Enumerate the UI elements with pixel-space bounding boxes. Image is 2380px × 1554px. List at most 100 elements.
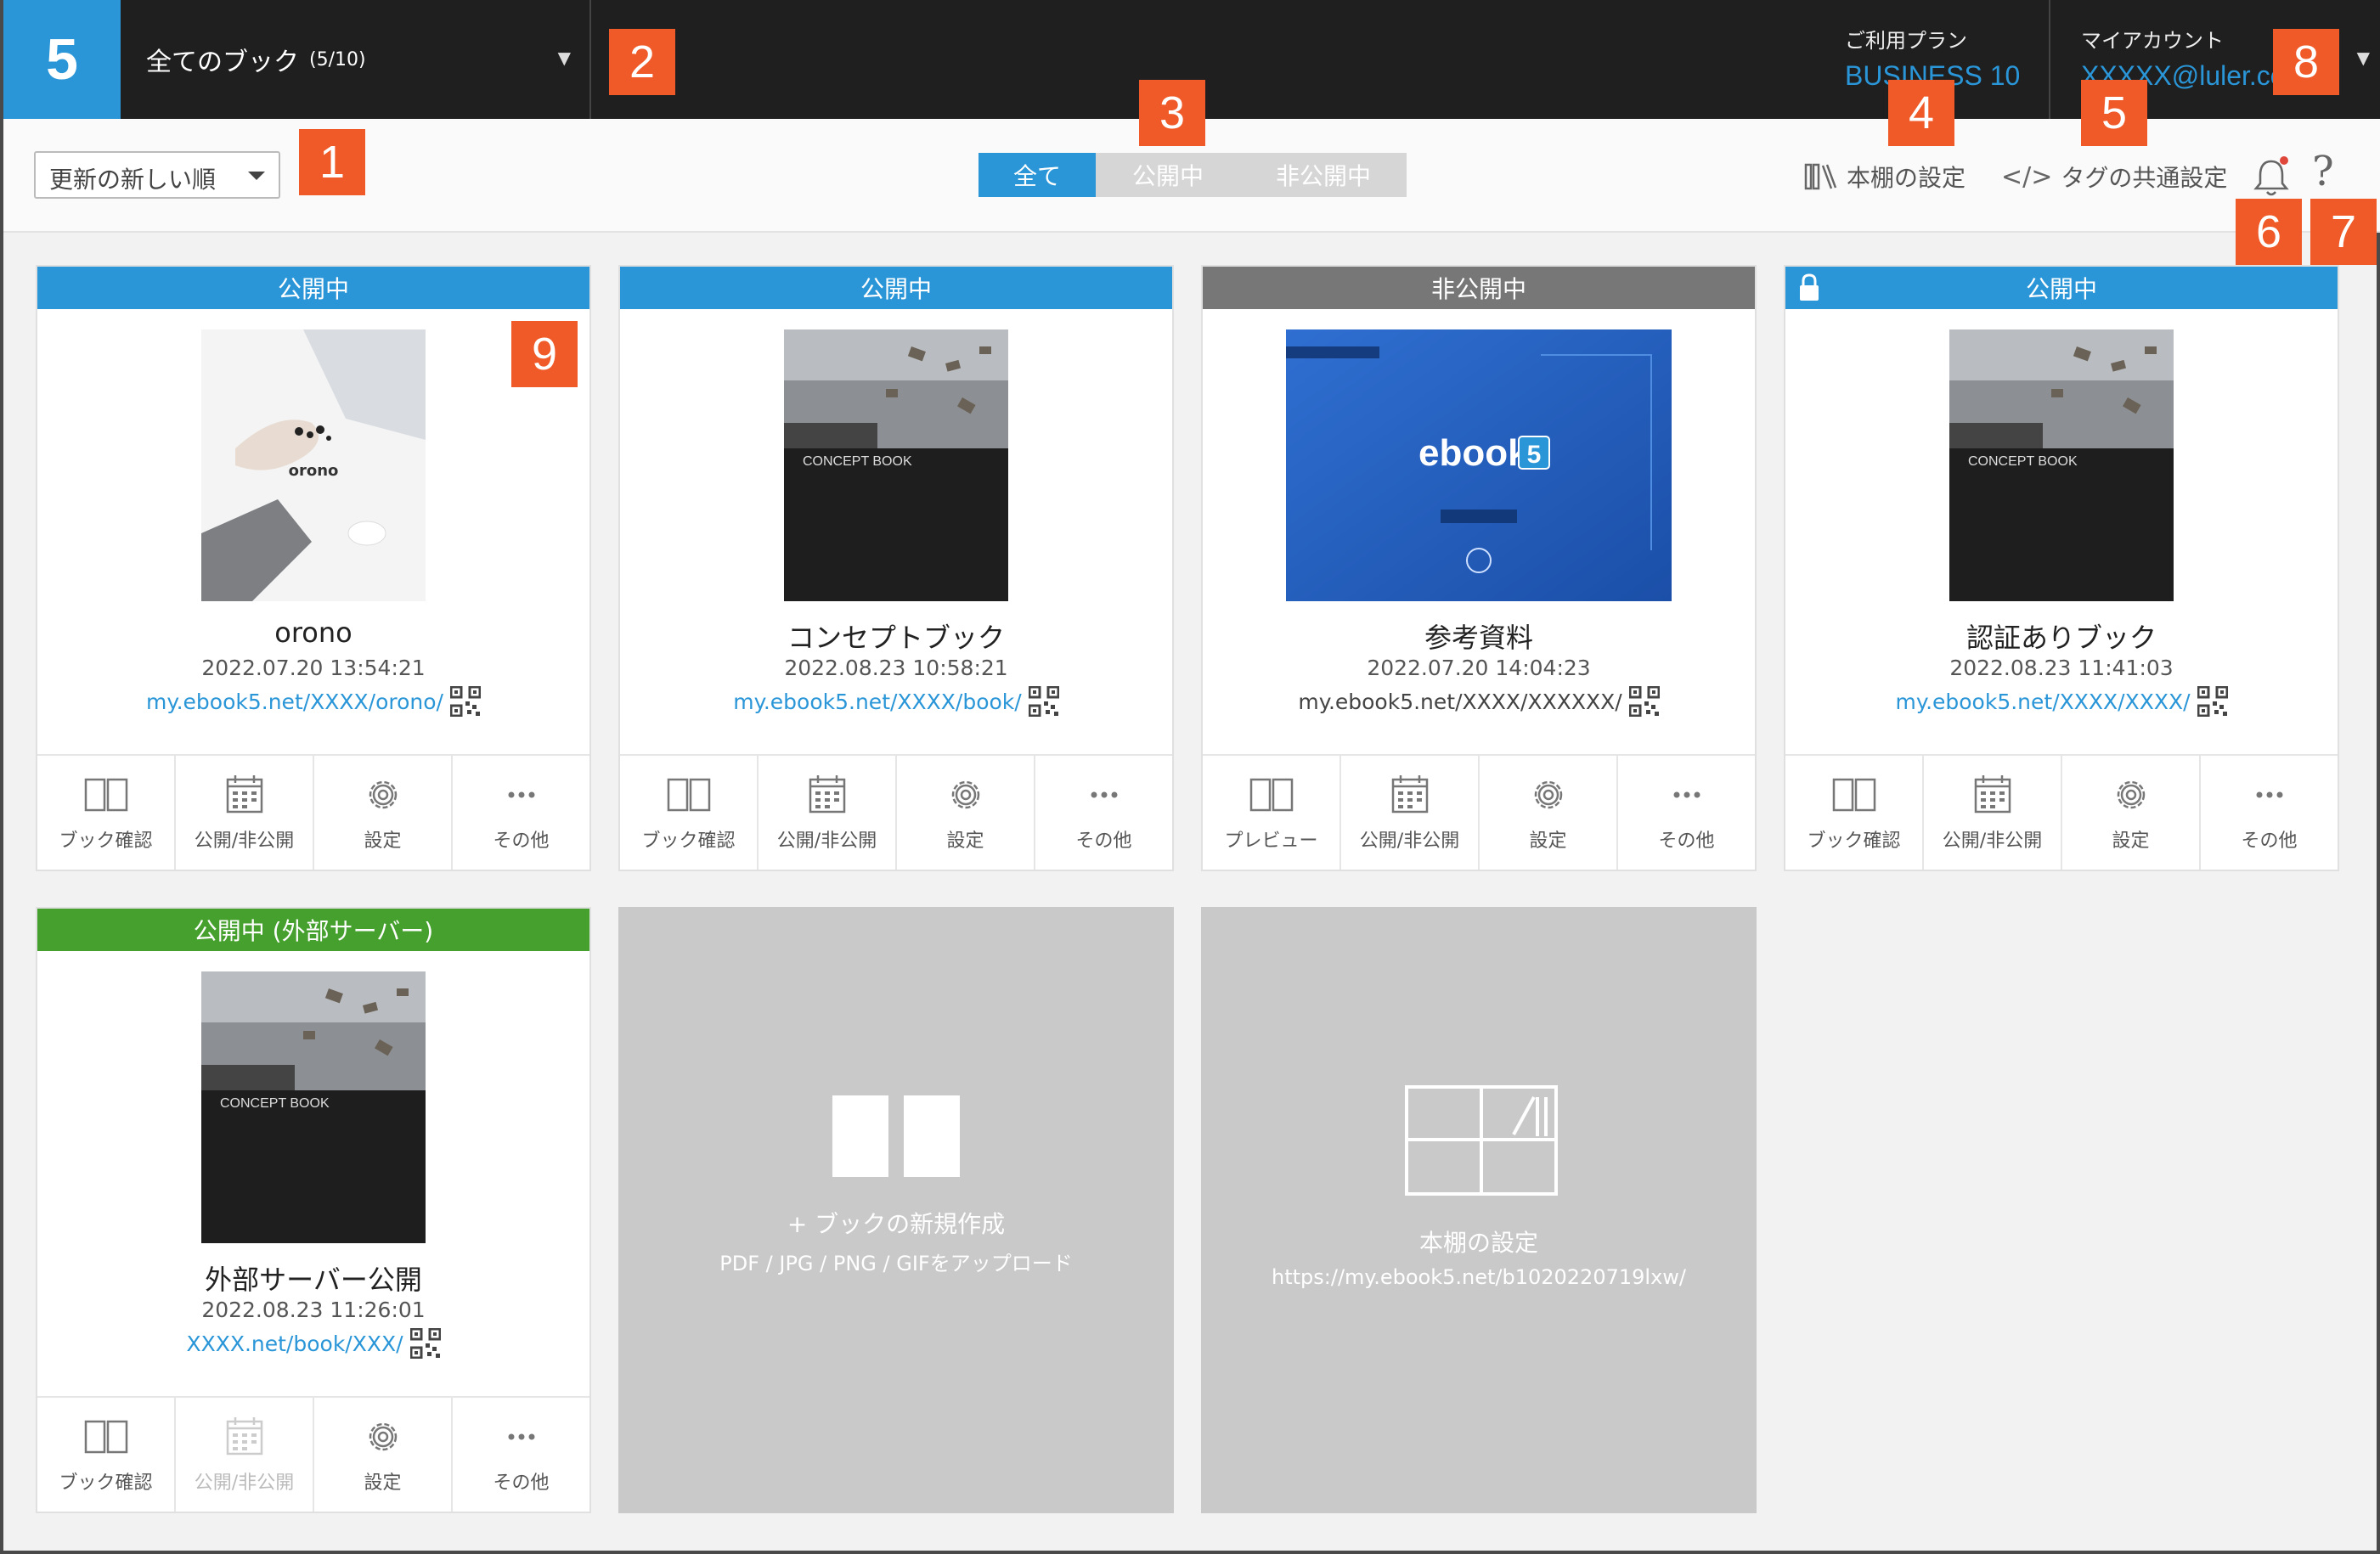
book-selector-title: 全てのブック — [146, 48, 299, 77]
view-book-button[interactable]: ブック確認 — [37, 1398, 176, 1512]
tab-unpublished[interactable]: 非公開中 — [1240, 153, 1407, 197]
cover-title: orono — [289, 462, 339, 480]
tag-settings-link[interactable]: </> タグの共通設定 — [2001, 160, 2227, 194]
plan-label: ご利用プラン — [1845, 29, 1967, 53]
cover-title: ebook — [1418, 432, 1529, 474]
action-label: ブック確認 — [1807, 830, 1901, 852]
settings-button[interactable]: 設定 — [314, 756, 453, 870]
qr-code-icon[interactable] — [409, 1328, 441, 1359]
more-button[interactable]: その他 — [453, 756, 589, 870]
settings-button[interactable]: 設定 — [2062, 756, 2201, 870]
dropdown-arrow-icon — [248, 172, 265, 180]
new-book-tile[interactable]: + ブックの新規作成 PDF / JPG / PNG / GIFをアップロード — [618, 907, 1174, 1513]
shelf-settings-link[interactable]: 本棚の設定 — [1804, 160, 1965, 194]
more-button[interactable]: その他 — [1035, 756, 1172, 870]
book-url-link[interactable]: my.ebook5.net/XXXX/XXXX/ — [1895, 690, 2190, 714]
book-updated-date: 2022.08.23 11:41:03 — [1949, 656, 2174, 680]
tab-all[interactable]: 全て — [979, 153, 1096, 197]
action-label: 公開/非公開 — [1359, 830, 1460, 852]
book-url-link[interactable]: my.ebook5.net/XXXX/book/ — [733, 690, 1021, 714]
book-updated-date: 2022.08.23 11:26:01 — [201, 1298, 426, 1322]
status-badge: 公開中 (外部サーバー) — [37, 909, 589, 951]
settings-button[interactable]: 設定 — [1480, 756, 1618, 870]
sort-order-select[interactable]: 更新の新しい順 — [34, 151, 280, 199]
action-label: プレビュー — [1224, 830, 1318, 852]
notification-dot — [2280, 156, 2288, 165]
book-url-row: my.ebook5.net/XXXX/XXXXXX/ — [1203, 686, 1755, 717]
book-updated-date: 2022.08.23 10:58:21 — [784, 656, 1008, 680]
preview-button[interactable]: プレビュー — [1203, 756, 1341, 870]
book-url-link[interactable]: XXXX.net/book/XXX/ — [186, 1332, 403, 1356]
open-book-icon — [1249, 778, 1293, 812]
more-dots-icon — [1673, 791, 1700, 798]
book-updated-date: 2022.07.20 14:04:23 — [1367, 656, 1591, 680]
calendar-icon — [226, 1417, 262, 1455]
action-label: その他 — [2241, 830, 2298, 852]
book-cover-auth[interactable]: CONCEPT BOOK — [1949, 329, 2174, 601]
status-label: 公開中 — [2025, 275, 2097, 303]
view-book-button[interactable]: ブック確認 — [620, 756, 759, 870]
qr-code-icon[interactable] — [1628, 686, 1660, 717]
svg-text:5: 5 — [1527, 441, 1542, 469]
book-cover-external[interactable]: CONCEPT BOOK — [201, 971, 426, 1243]
book-updated-date: 2022.07.20 13:54:21 — [201, 656, 426, 680]
gear-icon — [1534, 780, 1562, 809]
publish-toggle-button[interactable]: 公開/非公開 — [1341, 756, 1480, 870]
view-book-button[interactable]: ブック確認 — [1785, 756, 1924, 870]
shelf-settings-tile[interactable]: 本棚の設定 https://my.ebook5.net/b1020220719l… — [1201, 907, 1757, 1513]
callout-7: 7 — [2310, 199, 2377, 265]
publish-toggle-button: 公開/非公開 — [176, 1398, 314, 1512]
action-label: 設定 — [2112, 830, 2150, 852]
publish-toggle-button[interactable]: 公開/非公開 — [759, 756, 897, 870]
book-selector-dropdown[interactable]: 全てのブック (5/10) ▼ — [121, 0, 591, 119]
more-button[interactable]: その他 — [453, 1398, 589, 1512]
action-label: 設定 — [364, 1472, 402, 1494]
new-book-subtitle: PDF / JPG / PNG / GIFをアップロード — [719, 1252, 1073, 1275]
action-label: その他 — [1075, 830, 1132, 852]
notification-bell-icon[interactable] — [2253, 156, 2290, 199]
cover-title: CONCEPT BOOK — [220, 1096, 330, 1111]
calendar-icon — [226, 775, 262, 814]
action-label: 公開/非公開 — [194, 830, 295, 852]
status-badge: 公開中 — [1785, 267, 2338, 309]
book-card: 非公開中 ebook 5 参考資料 2022.07.20 14:04:23 my… — [1201, 265, 1757, 871]
sort-order-value: 更新の新しい順 — [49, 166, 217, 194]
book-url-row: my.ebook5.net/XXXX/orono/ — [37, 686, 589, 717]
qr-code-icon[interactable] — [1028, 686, 1059, 717]
publish-toggle-button[interactable]: 公開/非公開 — [1924, 756, 2062, 870]
book-title: orono — [274, 617, 352, 649]
action-label: 設定 — [1529, 830, 1567, 852]
callout-5: 5 — [2081, 80, 2147, 146]
settings-button[interactable]: 設定 — [897, 756, 1035, 870]
help-icon[interactable]: ? — [2312, 148, 2334, 195]
action-label: 公開/非公開 — [1942, 830, 2043, 852]
book-cover-concept[interactable]: CONCEPT BOOK — [784, 329, 1008, 601]
view-book-button[interactable]: ブック確認 — [37, 756, 176, 870]
book-cover-reference[interactable]: ebook 5 — [1286, 329, 1672, 601]
ebook5-logo[interactable]: 5 — [3, 0, 121, 119]
open-book-icon — [1832, 778, 1875, 812]
action-label: 設定 — [946, 830, 984, 852]
book-url-row: XXXX.net/book/XXX/ — [37, 1328, 589, 1359]
action-label: ブック確認 — [59, 830, 153, 852]
more-button[interactable]: その他 — [1618, 756, 1755, 870]
open-book-icon — [832, 1095, 960, 1177]
gear-icon — [369, 780, 397, 809]
publish-toggle-button[interactable]: 公開/非公開 — [176, 756, 314, 870]
more-button[interactable]: その他 — [2201, 756, 2338, 870]
book-url-link[interactable]: my.ebook5.net/XXXX/orono/ — [146, 690, 443, 714]
tab-published[interactable]: 公開中 — [1096, 153, 1240, 197]
qr-code-icon[interactable] — [2197, 686, 2228, 717]
qr-code-icon[interactable] — [449, 686, 481, 717]
settings-button[interactable]: 設定 — [314, 1398, 453, 1512]
gear-icon — [2117, 780, 2145, 809]
card-actions: ブック確認 公開/非公開 設定 その他 — [37, 754, 589, 870]
action-label: その他 — [1658, 830, 1715, 852]
action-label: 公開/非公開 — [194, 1472, 295, 1494]
book-cover-orono[interactable]: orono — [201, 329, 426, 601]
code-tag-icon: </> — [2001, 161, 2053, 192]
open-book-icon — [667, 778, 710, 812]
book-title: 認証ありブック — [1965, 622, 2157, 654]
book-url-row: my.ebook5.net/XXXX/book/ — [620, 686, 1172, 717]
cover-title: CONCEPT BOOK — [803, 454, 912, 469]
